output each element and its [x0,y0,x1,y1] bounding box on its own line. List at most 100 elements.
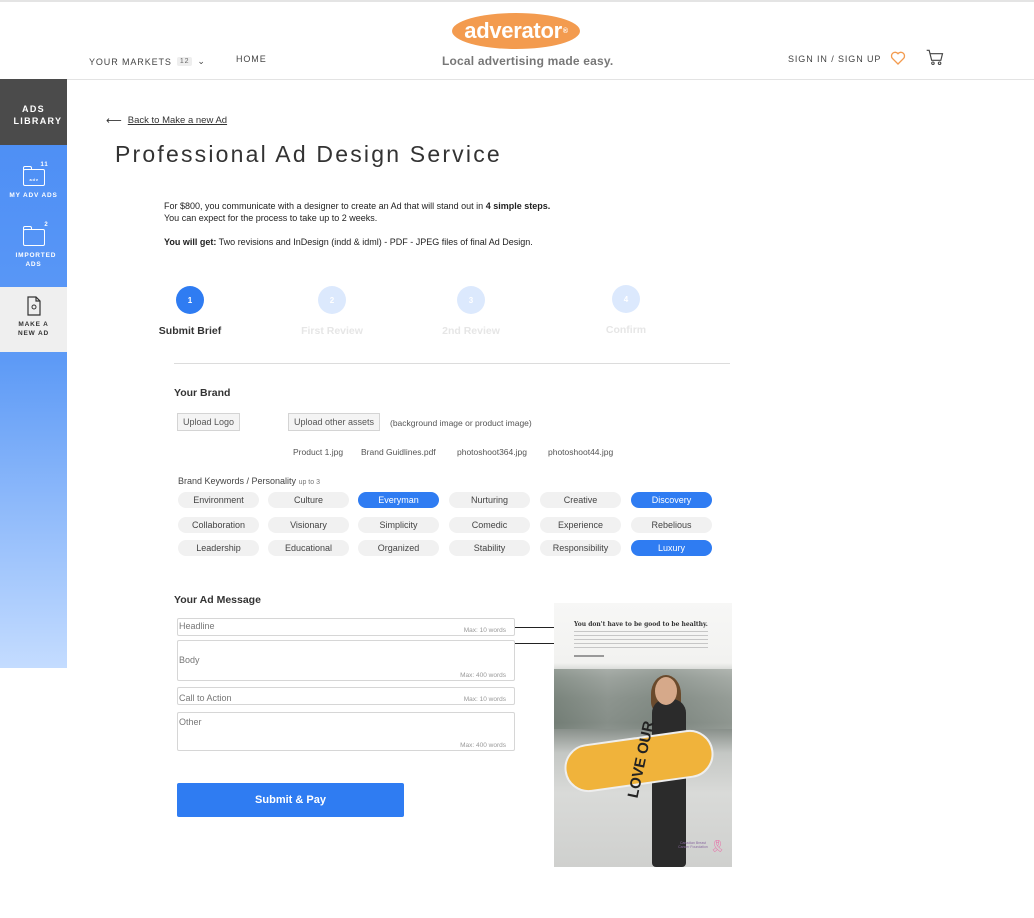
keyword-pill[interactable]: Collaboration [178,517,259,533]
deliverables-text: You will get: Two revisions and InDesign… [164,237,533,247]
step-label: 2nd Review [442,325,500,337]
ad-headline: You don't have to be good to be healthy. [574,621,708,628]
keyword-pill[interactable]: Simplicity [358,517,439,533]
nav-home-link[interactable]: HOME [236,54,267,64]
service-intro: For $800, you communicate with a designe… [164,200,684,224]
ads-library-label: ADS LIBRARY [13,104,63,126]
step-number-circle: 4 [612,285,640,313]
step-confirm: 4 Confirm [576,285,676,336]
tagline: Local advertising made easy. [442,54,614,68]
keyword-pill[interactable]: Environment [178,492,259,508]
deliverables-rest: Two revisions and InDesign (indd & idml)… [216,237,533,247]
sidebar-item-my-adv-ads[interactable]: 11 adv MY ADV ADS [0,162,67,200]
folder-icon: 11 adv [22,162,48,186]
keyword-pill[interactable]: Luxury [631,540,712,556]
uploaded-file[interactable]: photoshoot364.jpg [457,447,527,457]
document-icon [26,296,41,316]
intro-duration: You can expect for the process to take u… [164,213,378,223]
body-field[interactable]: Body Max: 400 words [177,640,515,681]
ad-preview-image: You don't have to be good to be healthy.… [554,603,732,867]
deliverables-bold: You will get: [164,237,217,247]
step-number-circle: 2 [318,286,346,314]
sidebar-item-label: MAKE A NEW AD [18,321,49,337]
body-placeholder: Body [179,655,200,665]
your-markets-dropdown[interactable]: YOUR MARKETS 12 ⌄ [89,56,206,67]
my-adv-ads-count: 11 [40,162,49,168]
other-placeholder: Other [179,717,202,727]
keyword-pill[interactable]: Leadership [178,540,259,556]
sidebar-item-imported-ads[interactable]: 2 IMPORTED ADS [0,222,67,269]
keyword-pill[interactable]: Experience [540,517,621,533]
uploaded-file[interactable]: Product 1.jpg [293,447,343,457]
sidebar: ADS LIBRARY 11 adv MY ADV ADS 2 IMPORTED… [0,79,67,668]
keyword-pill[interactable]: Everyman [358,492,439,508]
back-link[interactable]: ⟵ Back to Make a new Ad [106,114,227,127]
cart-icon[interactable] [925,47,945,67]
keyword-pill[interactable]: Organized [358,540,439,556]
keyword-pill[interactable]: Comedic [449,517,530,533]
your-brand-heading: Your Brand [174,387,231,399]
uploaded-file[interactable]: Brand Guidlines.pdf [361,447,436,457]
upload-assets-button[interactable]: Upload other assets [288,413,381,431]
step-label: First Review [301,325,363,337]
ad-foundation-text: Canadian Breast Cancer Foundation [678,841,708,849]
cta-placeholder: Call to Action [179,693,232,703]
steps-divider [174,363,730,364]
keyword-pill[interactable]: Rebelious [631,517,712,533]
keywords-hint: up to 3 [298,479,320,486]
keywords-label-text: Brand Keywords / Personality [178,476,297,486]
keyword-pill[interactable]: Nurturing [449,492,530,508]
cta-max: Max: 10 words [463,696,506,703]
step-submit-brief: 1 Submit Brief [140,286,240,337]
other-max: Max: 400 words [460,742,506,749]
ad-cta-line [574,655,604,657]
keyword-pill[interactable]: Visionary [268,517,349,533]
brand-keywords-label: Brand Keywords / Personality up to 3 [178,476,320,486]
site-header: YOUR MARKETS 12 ⌄ HOME adverator ® Local … [0,2,1034,80]
logo-registered-mark: ® [562,27,568,35]
folder-mini-label: adv [29,177,39,182]
keyword-pill[interactable]: Stability [449,540,530,556]
markets-label: YOUR MARKETS [89,56,172,67]
step-label: Submit Brief [158,325,222,337]
headline-placeholder: Headline [179,621,215,631]
keyword-pill[interactable]: Educational [268,540,349,556]
sign-in-link[interactable]: SIGN IN / SIGN UP [788,54,881,64]
step-number-circle: 3 [457,286,485,314]
sidebar-item-label: MY ADV ADS [9,192,58,199]
intro-bold: 4 simple steps. [485,201,551,211]
keyword-pill[interactable]: Responsibility [540,540,621,556]
step-number-circle: 1 [176,286,204,314]
imported-ads-count: 2 [44,222,49,228]
arrow-left-icon: ⟵ [106,115,122,127]
ad-surfer-face [655,677,677,705]
step-first-review: 2 First Review [282,286,382,337]
intro-text: For $800, you communicate with a designe… [164,201,486,211]
assets-note: (background image or product image) [390,418,532,428]
call-to-action-field[interactable]: Call to Action Max: 10 words [177,687,515,705]
upload-logo-button[interactable]: Upload Logo [177,413,241,431]
sidebar-item-make-new-ad[interactable]: MAKE A NEW AD [0,287,67,352]
uploaded-file[interactable]: photoshoot44.jpg [548,447,613,457]
body-max: Max: 400 words [460,672,506,679]
your-ad-message-heading: Your Ad Message [174,594,261,606]
page-title: Professional Ad Design Service [115,141,502,167]
heart-icon[interactable] [890,50,906,66]
ads-library-header[interactable]: ADS LIBRARY [0,79,67,145]
logo-text: adverator [464,18,562,43]
adverator-logo[interactable]: adverator ® [452,13,580,49]
headline-field[interactable]: Headline Max: 10 words [177,618,515,636]
sidebar-item-label: IMPORTED ADS [15,252,57,268]
keyword-pill[interactable]: Culture [268,492,349,508]
keyword-pill[interactable]: Creative [540,492,621,508]
pink-ribbon-icon: 🎗 [710,839,726,853]
back-link-label: Back to Make a new Ad [127,115,228,126]
submit-pay-button[interactable]: Submit & Pay [177,783,404,817]
headline-max: Max: 10 words [463,627,506,634]
other-field[interactable]: Other Max: 400 words [177,712,515,751]
chevron-down-icon: ⌄ [197,56,206,66]
keyword-pill[interactable]: Discovery [631,492,712,508]
step-2nd-review: 3 2nd Review [421,286,521,337]
ad-body-text-lines [574,631,708,651]
markets-count-badge: 12 [176,57,193,66]
